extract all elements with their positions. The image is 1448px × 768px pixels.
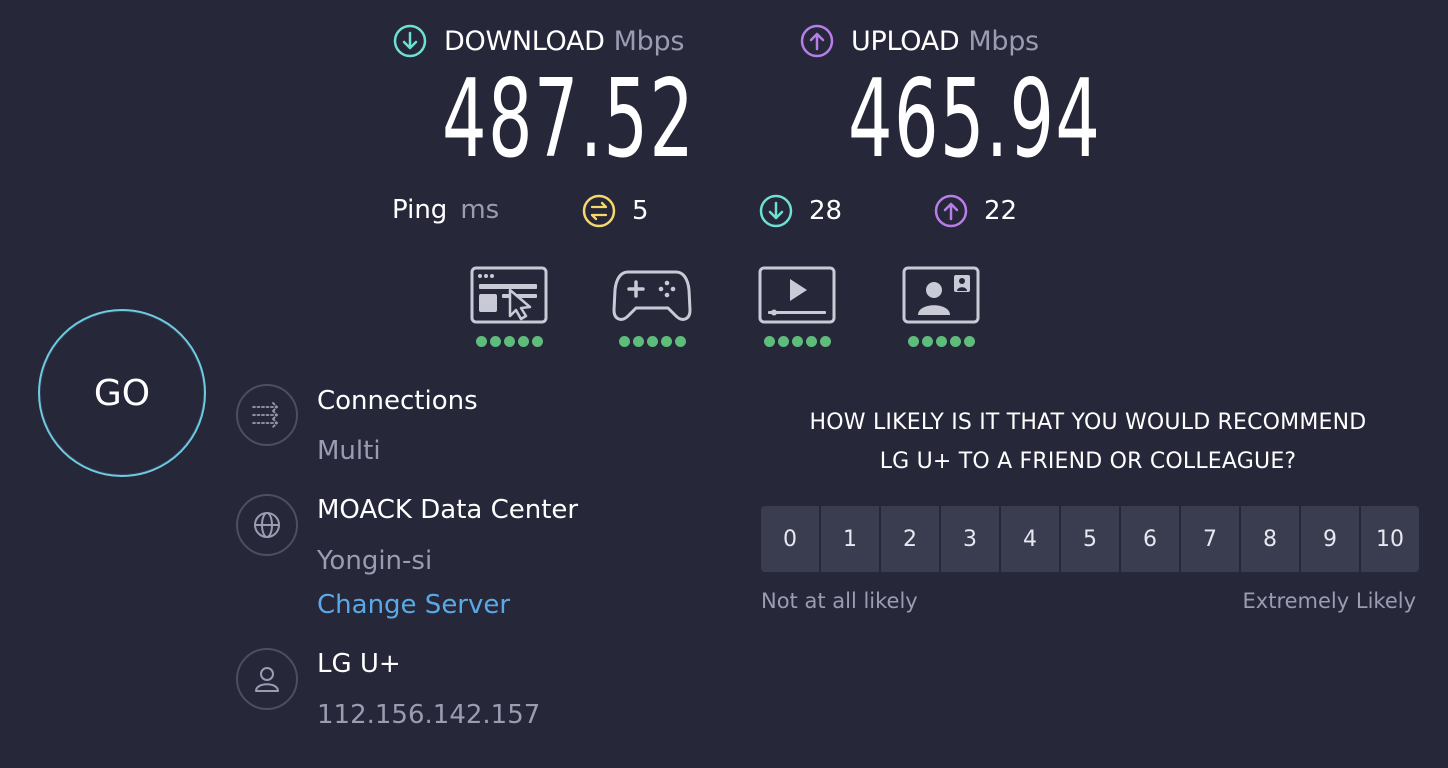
rating-dots (469, 336, 549, 347)
activity-gaming[interactable] (612, 266, 692, 347)
scale-button-1[interactable]: 1 (821, 506, 879, 572)
ping-download: 28 (759, 194, 842, 228)
ping-label: Ping (392, 195, 448, 225)
scale-low-label: Not at all likely (761, 589, 918, 613)
scale-button-0[interactable]: 0 (761, 506, 819, 572)
ping-label-group: Ping ms (392, 195, 499, 225)
download-label: DOWNLOAD (444, 25, 605, 57)
upload-label: UPLOAD (851, 25, 960, 57)
rating-dot (475, 336, 487, 347)
survey-question: HOW LIKELY IS IT THAT YOU WOULD RECOMMEN… (758, 403, 1418, 481)
connections-icon-wrap (236, 384, 298, 446)
connections-value: Multi (317, 436, 381, 466)
server-icon-wrap (236, 494, 298, 556)
ping-download-value: 28 (809, 196, 843, 226)
provider-title: LG U+ (317, 649, 401, 679)
scale-button-3[interactable]: 3 (941, 506, 999, 572)
rating-dot (935, 336, 947, 347)
rating-dot (791, 336, 803, 347)
scale-button-9[interactable]: 9 (1301, 506, 1359, 572)
rating-dot (646, 336, 658, 347)
web-browsing-icon (470, 266, 548, 324)
scale-high-label: Extremely Likely (1242, 589, 1416, 613)
scale-button-4[interactable]: 4 (1001, 506, 1059, 572)
rating-dots (612, 336, 692, 347)
scale-button-7[interactable]: 7 (1181, 506, 1239, 572)
rating-dot (819, 336, 831, 347)
rating-dots (757, 336, 837, 347)
ping-upload-icon (934, 194, 968, 228)
upload-header: UPLOAD Mbps (800, 24, 1039, 58)
activity-web-browsing[interactable] (469, 266, 549, 347)
ping-idle: 5 (582, 194, 649, 228)
rating-dot (921, 336, 933, 347)
activity-video-streaming[interactable] (757, 266, 837, 347)
rating-dots (901, 336, 981, 347)
download-value: 487.52 (442, 57, 696, 182)
go-button[interactable]: GO (38, 309, 206, 477)
recommend-scale: 0 1 2 3 4 5 6 7 8 9 10 (761, 506, 1419, 572)
activity-video-call[interactable] (901, 266, 981, 347)
rating-dot (489, 336, 501, 347)
rating-dot (618, 336, 630, 347)
download-unit: Mbps (613, 25, 685, 57)
ping-upload-value: 22 (984, 196, 1018, 226)
change-server-link[interactable]: Change Server (317, 590, 510, 620)
user-icon (255, 667, 279, 692)
server-location: Yongin-si (317, 546, 433, 576)
server-title: MOACK Data Center (317, 495, 579, 525)
video-call-icon (902, 266, 980, 324)
download-header: DOWNLOAD Mbps (393, 24, 684, 58)
ping-idle-icon (582, 194, 616, 228)
provider-icon-wrap (236, 648, 298, 710)
scale-button-6[interactable]: 6 (1121, 506, 1179, 572)
ping-upload: 22 (934, 194, 1017, 228)
rating-dot (517, 336, 529, 347)
ping-download-icon (759, 194, 793, 228)
rating-dot (907, 336, 919, 347)
ping-unit: ms (460, 195, 500, 225)
rating-dot (963, 336, 975, 347)
globe-icon (254, 512, 280, 538)
upload-arrow-icon (800, 24, 834, 58)
upload-value: 465.94 (848, 57, 1102, 182)
rating-dot (763, 336, 775, 347)
survey-question-line1: HOW LIKELY IS IT THAT YOU WOULD RECOMMEN… (809, 410, 1367, 435)
rating-dot (949, 336, 961, 347)
rating-dot (660, 336, 672, 347)
ping-idle-value: 5 (632, 196, 649, 226)
survey-question-line2: LG U+ TO A FRIEND OR COLLEAGUE? (879, 449, 1297, 474)
rating-dot (674, 336, 686, 347)
gaming-controller-icon (612, 270, 692, 321)
connections-title: Connections (317, 386, 478, 416)
upload-unit: Mbps (968, 25, 1039, 57)
provider-ip: 112.156.142.157 (317, 700, 541, 730)
rating-dot (531, 336, 543, 347)
multi-connections-icon (252, 402, 279, 428)
video-streaming-icon (758, 266, 836, 324)
rating-dot (805, 336, 817, 347)
scale-button-10[interactable]: 10 (1361, 506, 1419, 572)
scale-button-2[interactable]: 2 (881, 506, 939, 572)
rating-dot (777, 336, 789, 347)
scale-button-8[interactable]: 8 (1241, 506, 1299, 572)
rating-dot (503, 336, 515, 347)
rating-dot (632, 336, 644, 347)
scale-button-5[interactable]: 5 (1061, 506, 1119, 572)
download-arrow-icon (393, 24, 427, 58)
